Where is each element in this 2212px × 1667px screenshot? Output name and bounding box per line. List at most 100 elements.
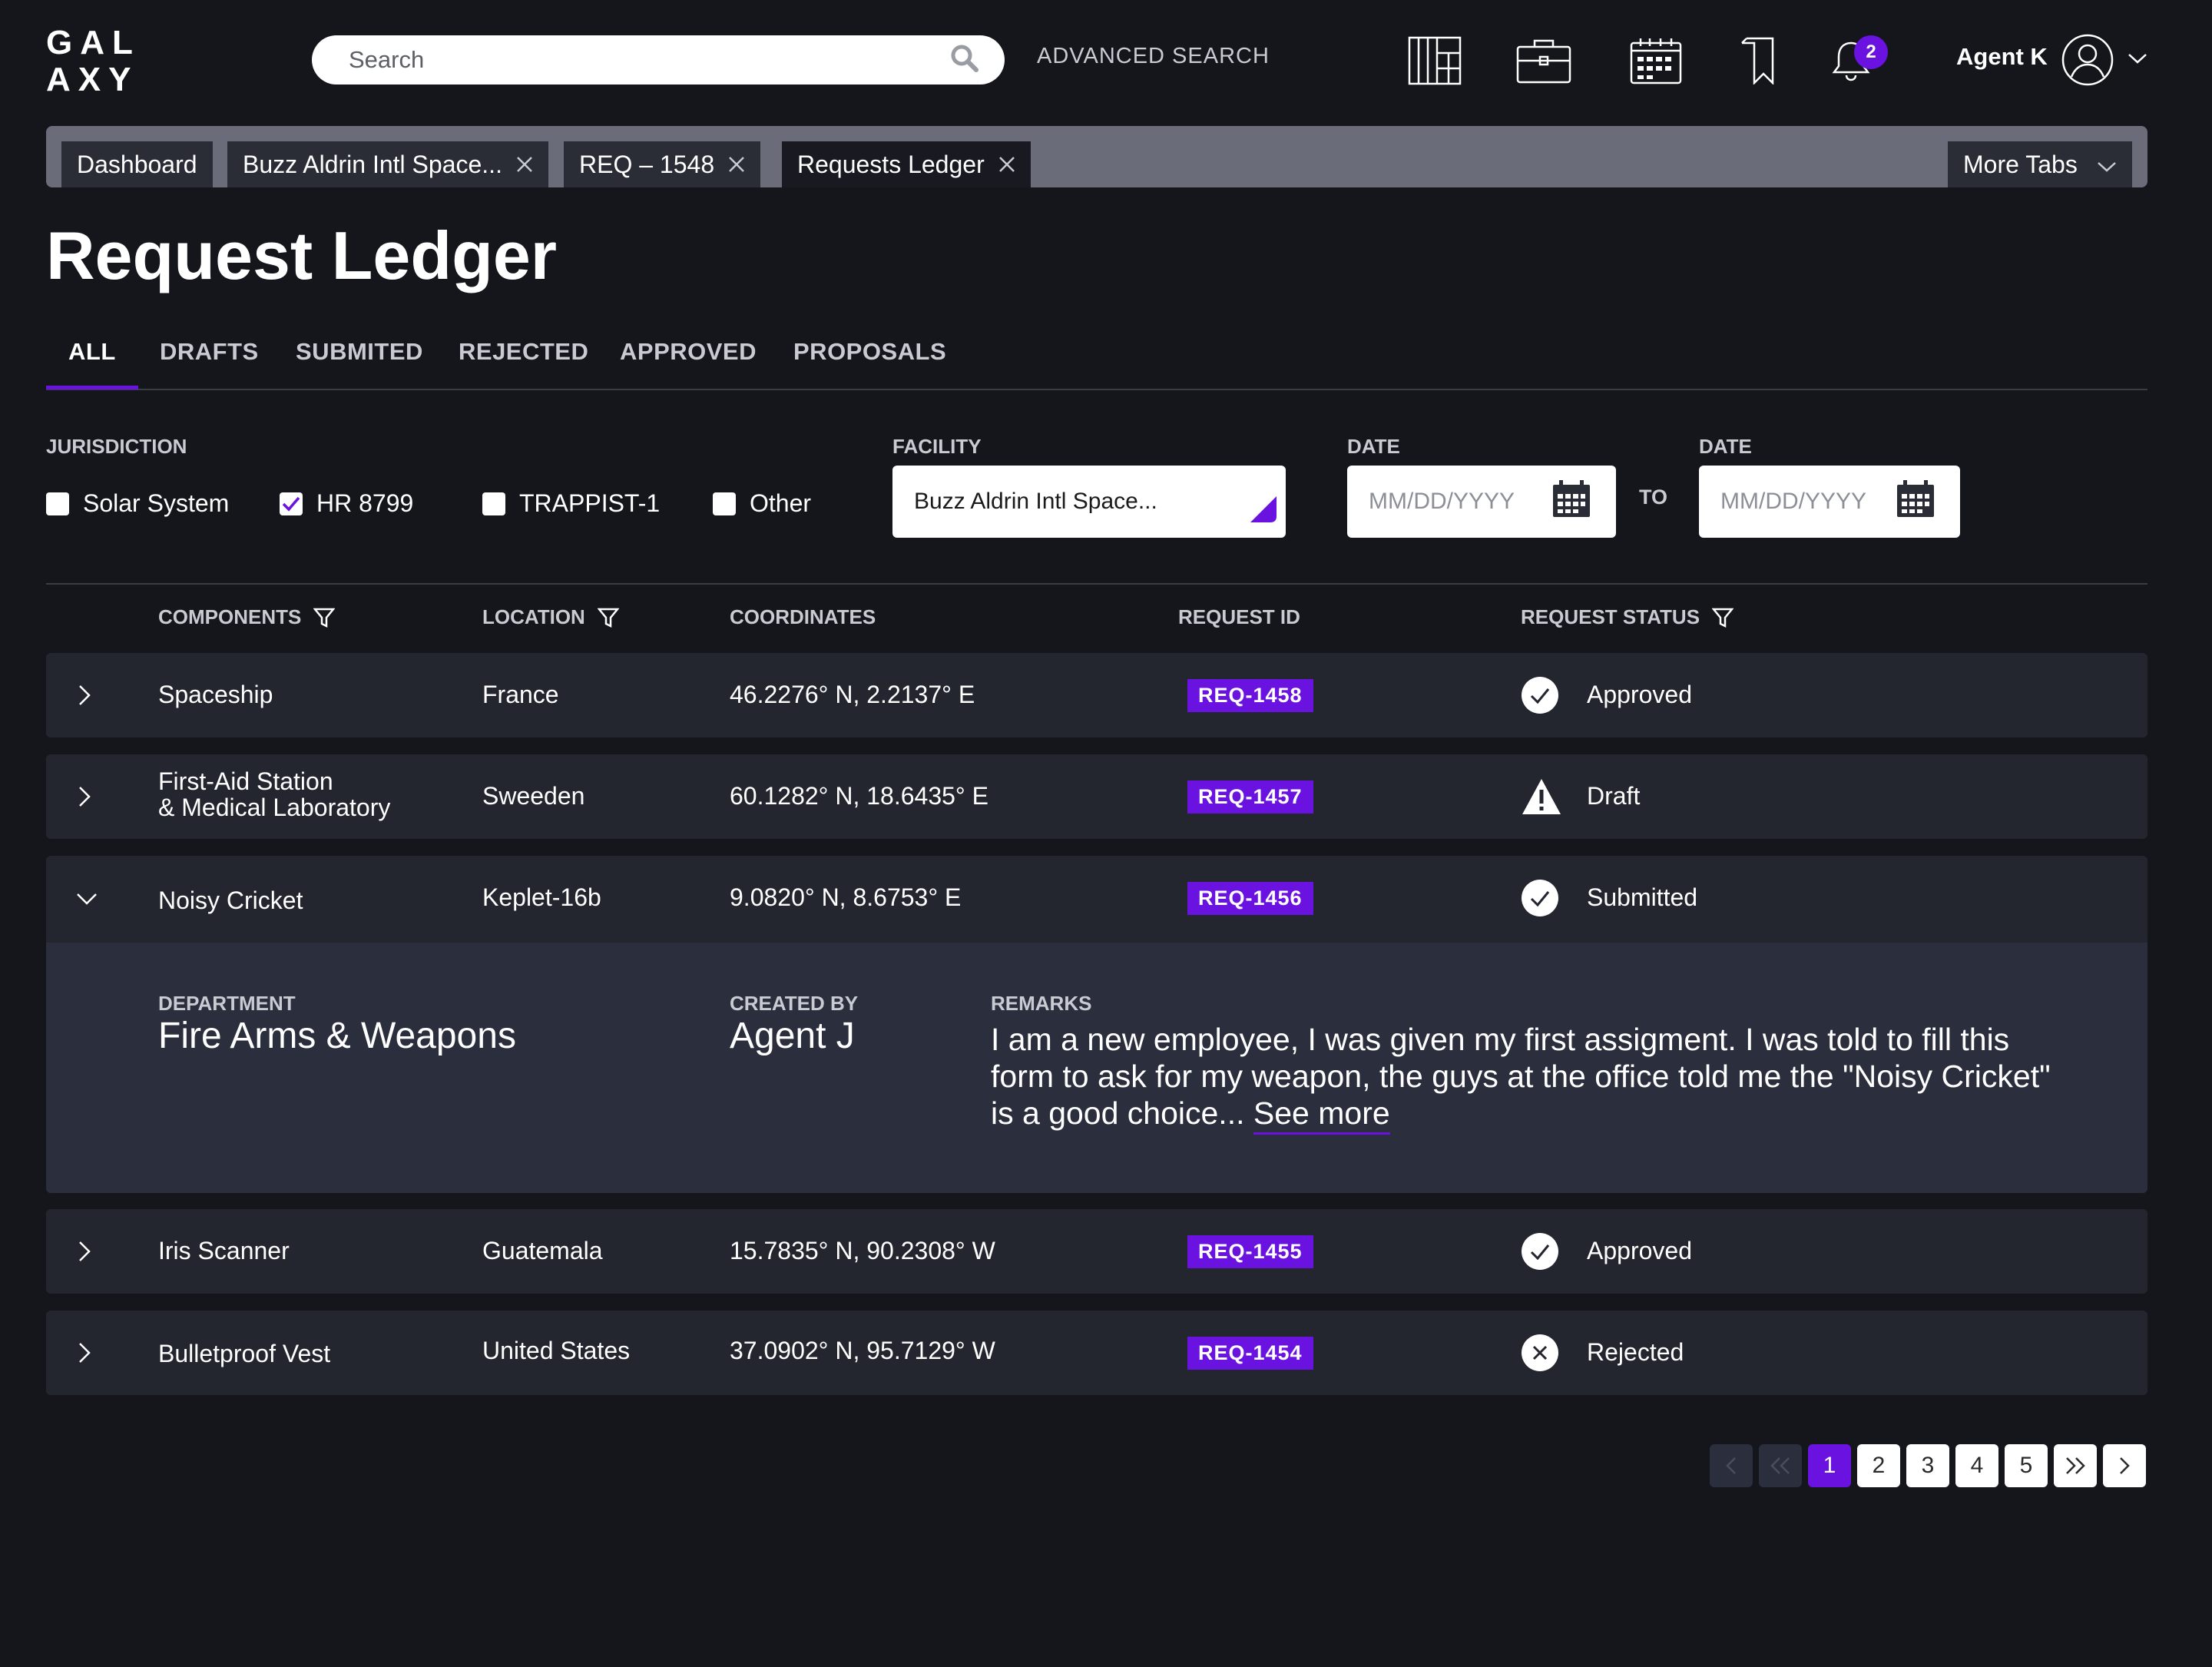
calendar-icon[interactable] — [1553, 480, 1590, 523]
checkbox-other[interactable]: Other — [713, 489, 811, 518]
column-header-location[interactable]: LOCATION — [482, 605, 619, 629]
status-text: Approved — [1587, 681, 1692, 708]
checkbox-box[interactable] — [482, 492, 505, 515]
user-name[interactable]: Agent K — [1956, 43, 2048, 71]
table-row[interactable]: Bulletproof Vest United States 37.0902° … — [46, 1311, 2147, 1395]
request-id-badge[interactable]: REQ-1455 — [1187, 1235, 1313, 1268]
page-5-button[interactable]: 5 — [2005, 1444, 2048, 1487]
column-header-request-id: REQUEST ID — [1178, 605, 1300, 629]
more-tabs-button[interactable]: More Tabs — [1948, 141, 2132, 187]
subtab-drafts[interactable]: DRAFTS — [160, 338, 259, 366]
chevron-down-icon[interactable] — [75, 891, 98, 910]
check-circle-icon — [1521, 1232, 1559, 1274]
page-title: Request Ledger — [46, 217, 558, 293]
close-icon[interactable] — [516, 156, 533, 173]
date-placeholder: MM/DD/YYYY — [1369, 489, 1515, 514]
checkbox-trappist-1[interactable]: TRAPPIST-1 — [482, 489, 660, 518]
chevron-left-icon — [1726, 1457, 1736, 1474]
request-id-badge[interactable]: REQ-1456 — [1187, 882, 1313, 915]
chevron-right-icon — [2120, 1457, 2130, 1474]
prev-page-button[interactable] — [1710, 1444, 1753, 1487]
date-from-input[interactable]: MM/DD/YYYY — [1347, 466, 1616, 538]
component-line-2: & Medical Laboratory — [158, 794, 391, 821]
chevron-right-icon[interactable] — [77, 1341, 92, 1368]
more-tabs-label: More Tabs — [1963, 150, 2078, 178]
bookmark-icon[interactable] — [1728, 34, 1786, 88]
grid-icon[interactable] — [1406, 34, 1464, 88]
tab-dashboard[interactable]: Dashboard — [61, 141, 213, 187]
page-1-button[interactable]: 1 — [1808, 1444, 1851, 1487]
see-more-link[interactable]: See more — [1253, 1095, 1390, 1135]
subtab-approved[interactable]: APPROVED — [620, 338, 757, 366]
chevron-right-icon[interactable] — [77, 1240, 92, 1267]
checkbox-box-checked[interactable] — [280, 492, 303, 515]
remarks-label: REMARKS — [991, 992, 1092, 1015]
page-2-button[interactable]: 2 — [1857, 1444, 1900, 1487]
calendar-icon[interactable] — [1627, 34, 1685, 88]
column-header-components[interactable]: COMPONENTS — [158, 605, 336, 629]
request-id-badge[interactable]: REQ-1457 — [1187, 780, 1313, 814]
checkbox-hr-8799[interactable]: HR 8799 — [280, 489, 413, 518]
first-page-button[interactable] — [1759, 1444, 1802, 1487]
filter-icon — [1712, 608, 1734, 628]
facility-value: Buzz Aldrin Intl Space... — [914, 489, 1157, 514]
cell-component: Spaceship — [158, 681, 273, 708]
cell-location: Guatemala — [482, 1237, 603, 1264]
close-icon[interactable] — [728, 156, 745, 173]
column-label: LOCATION — [482, 605, 585, 628]
table-row[interactable]: Iris Scanner Guatemala 15.7835° N, 90.23… — [46, 1209, 2147, 1294]
tab-label: REQ – 1548 — [579, 150, 715, 178]
subtab-submited[interactable]: SUBMITED — [296, 338, 423, 366]
checkbox-box[interactable] — [713, 492, 736, 515]
calendar-icon[interactable] — [1897, 480, 1934, 523]
status-text: Rejected — [1587, 1338, 1684, 1366]
next-page-button[interactable] — [2103, 1444, 2146, 1487]
logo-line-1: GAL — [46, 24, 141, 61]
x-circle-icon — [1521, 1334, 1559, 1376]
chevron-down-icon — [2097, 151, 2117, 179]
facility-select[interactable]: Buzz Aldrin Intl Space... — [892, 466, 1286, 538]
last-page-button[interactable] — [2054, 1444, 2097, 1487]
cell-coordinates: 46.2276° N, 2.2137° E — [730, 681, 975, 708]
table-row[interactable]: First-Aid Station & Medical Laboratory S… — [46, 754, 2147, 839]
check-circle-icon — [1521, 879, 1559, 921]
table-row[interactable]: Spaceship France 46.2276° N, 2.2137° E R… — [46, 653, 2147, 737]
tab-req-1548[interactable]: REQ – 1548 — [564, 141, 761, 187]
page-3-button[interactable]: 3 — [1906, 1444, 1949, 1487]
search-input[interactable] — [347, 45, 949, 75]
chevron-down-icon[interactable] — [2128, 52, 2147, 68]
cell-component: Noisy Cricket — [158, 887, 303, 914]
status-text: Submitted — [1587, 883, 1698, 911]
date-placeholder: MM/DD/YYYY — [1720, 489, 1867, 514]
briefcase-icon[interactable] — [1515, 34, 1573, 88]
tab-requests-ledger[interactable]: Requests Ledger — [782, 141, 1031, 187]
subtab-proposals[interactable]: PROPOSALS — [793, 338, 946, 366]
request-id-badge[interactable]: REQ-1454 — [1187, 1337, 1313, 1370]
subtab-rejected[interactable]: REJECTED — [459, 338, 588, 366]
cell-coordinates: 9.0820° N, 8.6753° E — [730, 883, 962, 911]
chevron-right-icon[interactable] — [77, 785, 92, 812]
checkbox-solar-system[interactable]: Solar System — [46, 489, 229, 518]
filter-icon — [597, 608, 619, 628]
date-from-label: DATE — [1347, 435, 1400, 458]
table-row-expanded[interactable]: Noisy Cricket Keplet-16b 9.0820° N, 8.67… — [46, 856, 2147, 943]
page-4-button[interactable]: 4 — [1955, 1444, 1998, 1487]
galaxy-logo[interactable]: GAL AXY — [46, 25, 141, 98]
cell-coordinates: 37.0902° N, 95.7129° W — [730, 1337, 995, 1364]
column-header-request-status[interactable]: REQUEST STATUS — [1521, 605, 1734, 629]
date-to-input[interactable]: MM/DD/YYYY — [1699, 466, 1960, 538]
column-label: COMPONENTS — [158, 605, 302, 628]
checkbox-box[interactable] — [46, 492, 69, 515]
cell-coordinates: 60.1282° N, 18.6435° E — [730, 782, 988, 810]
chevron-right-icon[interactable] — [77, 684, 92, 711]
user-avatar-icon[interactable] — [2061, 34, 2114, 90]
search-icon[interactable] — [949, 43, 980, 78]
remarks-body: I am a new employee, I was given my firs… — [991, 1022, 2051, 1131]
request-id-badge[interactable]: REQ-1458 — [1187, 679, 1313, 712]
dropdown-corner-icon — [1250, 496, 1277, 529]
close-icon[interactable] — [998, 156, 1015, 173]
tab-facility[interactable]: Buzz Aldrin Intl Space... — [227, 141, 548, 187]
cell-component: Bulletproof Vest — [158, 1340, 331, 1367]
advanced-search-link[interactable]: ADVANCED SEARCH — [1037, 44, 1270, 69]
subtab-all[interactable]: ALL — [68, 338, 116, 366]
